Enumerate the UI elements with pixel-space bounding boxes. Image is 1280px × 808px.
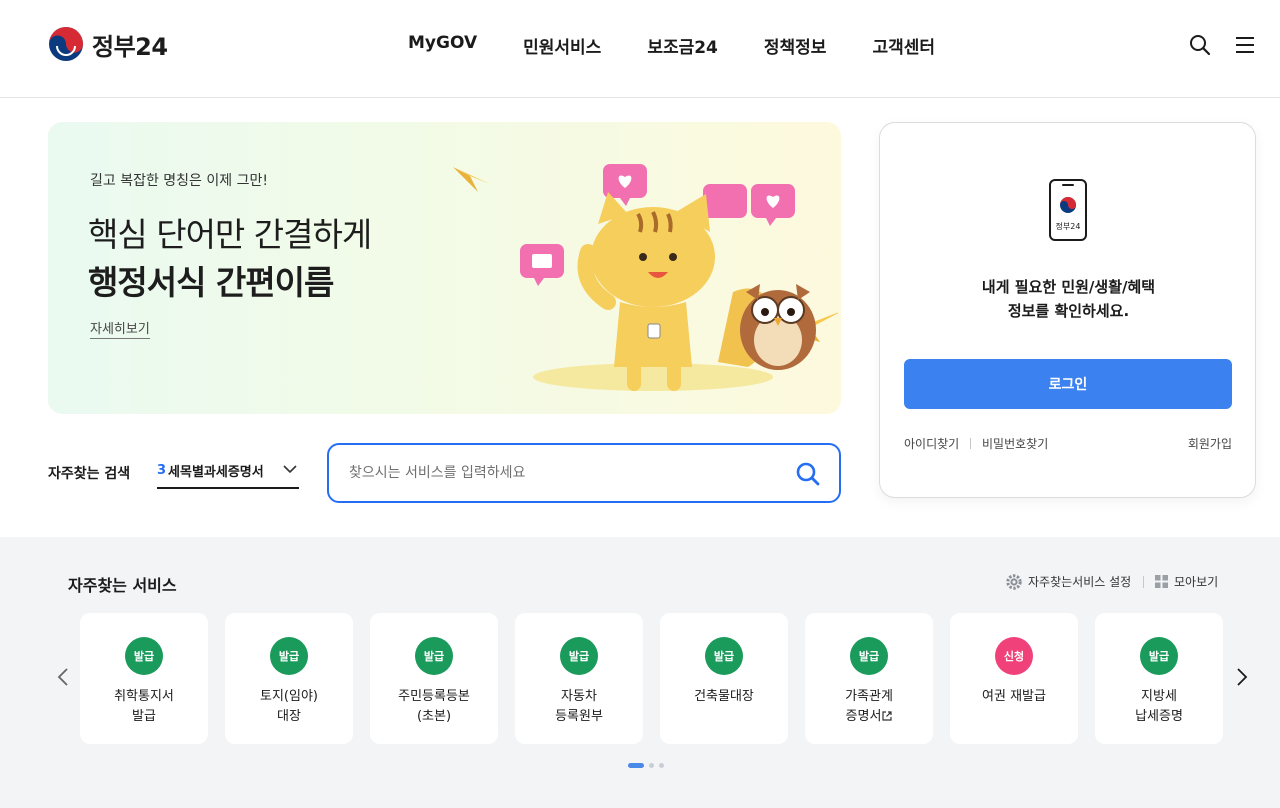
service-card[interactable]: 발급취학통지서 발급 (80, 613, 208, 744)
phone-icon: 정부24 (1049, 179, 1087, 241)
divider (1143, 576, 1144, 588)
link-divider (970, 438, 971, 449)
hamburger-menu-icon[interactable] (1233, 33, 1257, 57)
phone-logo-text: 정부24 (1056, 221, 1081, 231)
carousel-pagination (628, 763, 664, 768)
issue-badge: 발급 (125, 637, 163, 675)
signup-link[interactable]: 회원가입 (1188, 435, 1232, 452)
external-link-icon (882, 711, 893, 721)
service-settings-link[interactable]: 자주찾는서비스 설정 (1006, 573, 1131, 590)
issue-badge: 발급 (415, 637, 453, 675)
login-message: 내게 필요한 민원/생활/혜택 정보를 확인하세요. (880, 275, 1257, 323)
nav-mygov[interactable]: MyGOV (408, 33, 477, 58)
banner-mascot-illustration (453, 164, 838, 391)
search-input[interactable] (349, 461, 779, 485)
pagination-dot[interactable] (649, 763, 654, 768)
service-card-label: 토지(임야) 대장 (260, 689, 318, 724)
service-card[interactable]: 신청여권 재발급 (950, 613, 1078, 744)
chevron-right-icon[interactable] (1232, 667, 1252, 687)
site-header: 정부24 MyGOV 민원서비스 보조금24 정책정보 고객센터 (0, 0, 1280, 98)
service-card[interactable]: 발급건축물대장 (660, 613, 788, 744)
banner-eyebrow: 길고 복잡한 명칭은 이제 그만! (90, 173, 268, 189)
nav-policy-info[interactable]: 정책정보 (764, 33, 827, 58)
issue-badge: 발급 (270, 637, 308, 675)
login-links: 아이디찾기 비밀번호찾기 회원가입 (904, 435, 1232, 453)
service-card-label: 건축물대장 (694, 689, 754, 704)
service-settings-label: 자주찾는서비스 설정 (1028, 575, 1132, 589)
issue-badge: 발급 (850, 637, 888, 675)
banner-title-line2: 행정서식 간편이름 (88, 263, 334, 302)
find-id-link[interactable]: 아이디찾기 (904, 435, 959, 452)
section-title: 자주찾는 서비스 (68, 576, 177, 595)
service-card[interactable]: 발급토지(임야) 대장 (225, 613, 353, 744)
logo-text: 정부24 (92, 32, 168, 61)
service-card-label: 취학통지서 발급 (114, 689, 174, 724)
service-card[interactable]: 발급주민등록등본 (초본) (370, 613, 498, 744)
search-box (327, 443, 841, 503)
popular-search-label: 자주찾는 검색 (48, 466, 131, 482)
issue-badge: 발급 (560, 637, 598, 675)
nav-customer-center[interactable]: 고객센터 (872, 33, 935, 58)
service-card-label: 여권 재발급 (982, 689, 1046, 704)
promo-banner[interactable]: 길고 복잡한 명칭은 이제 그만! 핵심 단어만 간결하게 행정서식 간편이름 … (48, 122, 841, 414)
gear-icon (1006, 573, 1022, 590)
issue-badge: 발급 (705, 637, 743, 675)
service-card[interactable]: 발급자동차 등록원부 (515, 613, 643, 744)
apply-badge: 신청 (995, 637, 1033, 675)
view-all-link[interactable]: 모아보기 (1155, 573, 1218, 590)
login-message-line1: 내게 필요한 민원/생활/혜택 (981, 278, 1156, 296)
pagination-dot-active[interactable] (628, 763, 644, 768)
frequent-services-section: 자주찾는 서비스 자주찾는서비스 설정 모아보기 발급 취학통지서 발급 발급 토지(… (0, 537, 1280, 808)
grid-icon (1155, 575, 1168, 588)
popular-search-rank: 3 (157, 463, 167, 478)
service-card-label: 지방세 납세증명 (1135, 689, 1183, 724)
chevron-left-icon[interactable] (53, 667, 73, 687)
taegeuk-logo-icon (49, 27, 83, 61)
login-message-line2: 정보를 확인하세요. (1007, 302, 1130, 320)
service-card-label: 주민등록등본 (초본) (398, 689, 470, 724)
nav-subsidy24[interactable]: 보조금24 (647, 33, 718, 58)
pagination-dot[interactable] (659, 763, 664, 768)
issue-badge: 발급 (1140, 637, 1178, 675)
service-card-label: 자동차 등록원부 (555, 689, 603, 724)
site-logo[interactable]: 정부24 (48, 26, 168, 62)
banner-more-link[interactable]: 자세히보기 (90, 318, 150, 339)
view-all-label: 모아보기 (1174, 575, 1219, 589)
service-card[interactable]: 발급지방세 납세증명 (1095, 613, 1223, 744)
login-button[interactable]: 로그인 (904, 359, 1232, 409)
login-card: 정부24 내게 필요한 민원/생활/혜택 정보를 확인하세요. 로그인 아이디찾… (879, 122, 1256, 498)
find-password-link[interactable]: 비밀번호찾기 (982, 435, 1048, 452)
service-card-label: 가족관계 증명서 (845, 689, 893, 724)
search-icon[interactable] (1188, 33, 1212, 57)
main-nav: MyGOV 민원서비스 보조금24 정책정보 고객센터 (408, 33, 935, 58)
chevron-down-icon (283, 465, 297, 474)
banner-title-line1: 핵심 단어만 간결하게 (88, 215, 372, 254)
nav-civil-services[interactable]: 민원서비스 (523, 33, 601, 58)
popular-search-value: 세목별과세증명서 (168, 465, 264, 480)
popular-search-select[interactable]: 3 세목별과세증명서 (157, 454, 299, 489)
search-submit-icon[interactable] (795, 461, 821, 487)
service-card[interactable]: 발급가족관계 증명서 (805, 613, 933, 744)
service-card-list: 발급 취학통지서 발급 발급 토지(임야) 대장 발급 주민등록등본 (초본) 발급 자동차 … (80, 613, 1240, 744)
